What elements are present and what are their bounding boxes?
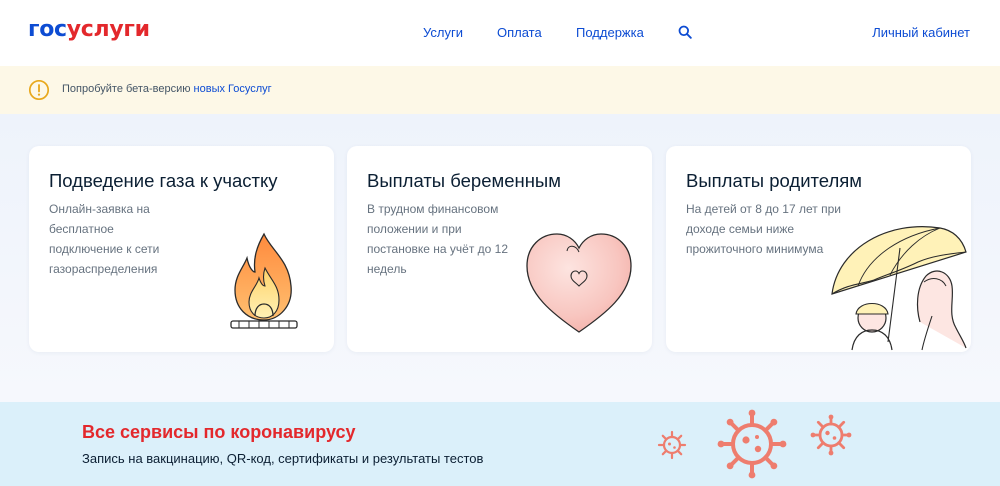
card-description: Онлайн-заявка на бесплатное подключение …	[49, 202, 160, 276]
card-title: Подведение газа к участку	[49, 170, 278, 191]
beta-text: Попробуйте бета-версию новых Госуслуг	[62, 83, 272, 95]
main-content: Подведение газа к участку Онлайн-заявка …	[0, 114, 1000, 402]
card-title: Выплаты беременным	[367, 170, 561, 191]
heart-icon	[523, 228, 635, 343]
nav-uslugi[interactable]: Услуги	[423, 25, 463, 40]
beta-link[interactable]: новых Госуслуг	[194, 83, 272, 95]
search-icon[interactable]	[678, 25, 692, 39]
card-description: В трудном финансовом положении и при пос…	[367, 202, 509, 276]
logo-part-gos: гос	[28, 17, 67, 42]
nav-oplata[interactable]: Оплата	[497, 25, 542, 40]
card-description: На детей от 8 до 17 лет при доходе семьи…	[686, 202, 841, 256]
covid-banner[interactable]: Все сервисы по коронавирусу Запись на ва…	[0, 402, 1000, 486]
covid-title: Все сервисы по коронавирусу	[82, 422, 356, 442]
beta-text-static: Попробуйте бета-версию	[62, 83, 191, 95]
covid-subtitle: Запись на вакцинацию, QR-код, сертификат…	[82, 451, 484, 466]
gas-flame-icon	[219, 228, 309, 343]
nav-podderzhka[interactable]: Поддержка	[576, 25, 644, 40]
personal-account-link[interactable]: Личный кабинет	[872, 25, 970, 40]
warning-circle-icon	[28, 79, 50, 101]
logo-part-uslugi: услуги	[66, 17, 150, 42]
virus-icon	[657, 430, 687, 460]
card-gas-connection[interactable]: Подведение газа к участку Онлайн-заявка …	[29, 146, 334, 352]
card-title: Выплаты родителям	[686, 170, 863, 191]
virus-icon	[810, 414, 852, 456]
header: госуслуги Услуги Оплата Поддержка Личный…	[0, 0, 1000, 66]
virus-icon	[717, 409, 787, 479]
card-pregnancy-payments[interactable]: Выплаты беременным В трудном финансовом …	[347, 146, 652, 352]
beta-banner: Попробуйте бета-версию новых Госуслуг	[0, 66, 1000, 114]
card-parent-payments[interactable]: Выплаты родителям На детей от 8 до 17 ле…	[666, 146, 971, 352]
gosuslugi-logo[interactable]: госуслуги	[28, 17, 150, 42]
umbrella-family-icon	[828, 218, 968, 352]
